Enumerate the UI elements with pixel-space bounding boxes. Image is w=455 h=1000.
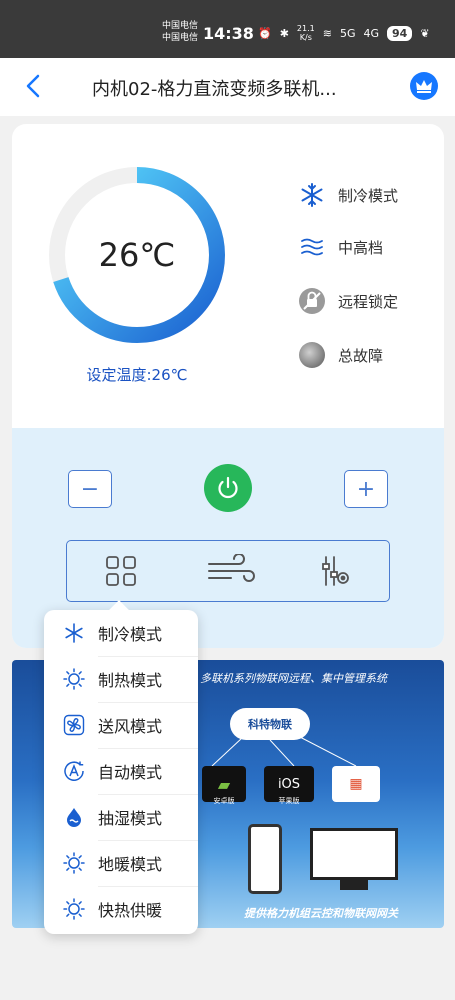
auto-mode-icon: [62, 759, 86, 783]
ios-text: iOS: [277, 776, 301, 792]
mode-option-quick-heat[interactable]: 快热供暖: [44, 886, 198, 932]
wind-speed-icon: [298, 233, 326, 261]
mode-option-cool[interactable]: 制冷模式: [44, 610, 198, 656]
status-fan-speed: 中高档: [298, 232, 383, 262]
status-fault: 总故障: [298, 340, 383, 370]
app-header: 内机02-格力直流变频多联机...: [0, 58, 455, 116]
power-button[interactable]: [204, 464, 252, 512]
mode-option-auto[interactable]: 自动模式: [44, 748, 198, 794]
temp-increase-button[interactable]: +: [344, 470, 388, 508]
mode-select-button[interactable]: [99, 551, 143, 591]
mode-option-heat[interactable]: 制热模式: [44, 656, 198, 702]
fault-indicator-icon: [298, 341, 326, 369]
sun-icon: [62, 667, 86, 691]
quick-heat-icon: [62, 897, 86, 921]
temp-decrease-button[interactable]: −: [68, 470, 112, 508]
grid-menu-icon: [106, 556, 136, 586]
mode-option-label: 地暖模式: [98, 855, 163, 874]
battery-indicator: 94: [387, 25, 413, 41]
fan-icon: [62, 713, 86, 737]
power-icon: [218, 476, 238, 499]
net-speed-unit: K/s: [299, 33, 312, 42]
snowflake-icon: [298, 181, 326, 209]
current-temperature: 26℃: [98, 236, 176, 274]
wind-icon: [208, 554, 255, 582]
net-speed: 21.1 K/s: [297, 24, 315, 42]
status-mode: 制冷模式: [298, 180, 398, 210]
sliders-icon: [322, 556, 349, 586]
mode-option-label: 制冷模式: [98, 625, 163, 644]
ios-label: 苹果版: [278, 797, 300, 805]
alarm-icon: ⏰: [258, 26, 272, 40]
mode-popup-menu: 制冷模式 制热模式 送风模式 自动模式 抽湿模式 地暖模式 快热供暖: [44, 600, 198, 934]
bluetooth-icon: ✱: [279, 26, 289, 40]
status-remote-lock-label: 远程锁定: [338, 292, 399, 311]
clock: 14:38: [203, 24, 254, 43]
chevron-left-icon: [26, 74, 40, 98]
carrier-1: 中国电信: [162, 21, 199, 31]
windows-icon: ▦: [349, 776, 363, 792]
status-mode-label: 制冷模式: [338, 186, 399, 205]
page-title: 内机02-格力直流变频多联机...: [92, 79, 337, 100]
lock-off-icon: [298, 287, 326, 315]
mode-option-label: 送风模式: [98, 717, 163, 736]
monitor-illustration: [310, 828, 398, 880]
banner-bottom-text: 提供格力机组云控和物联网网关: [244, 907, 398, 920]
status-bar: 中国电信 中国电信 14:38 ⏰ ✱ 21.1 K/s ≋ 5G 4G 94 …: [0, 0, 455, 58]
carrier-info: 中国电信 中国电信: [162, 20, 198, 44]
settings-button[interactable]: [313, 551, 357, 591]
device-control-card: 26℃ 设定温度:26℃ 制冷模式 中高档 远程锁定 总故障 − +: [12, 124, 444, 648]
mode-option-label: 快热供暖: [98, 901, 163, 920]
back-button[interactable]: [22, 72, 46, 100]
setpoint-temperature: 设定温度:26℃: [86, 366, 188, 384]
wifi-icon: ≋: [322, 26, 332, 40]
mode-option-dry[interactable]: 抽湿模式: [44, 794, 198, 840]
status-fault-label: 总故障: [338, 346, 384, 365]
mode-option-label: 抽湿模式: [98, 809, 163, 828]
mode-option-label: 制热模式: [98, 671, 163, 690]
signal-4g: 4G: [363, 26, 380, 40]
net-speed-value: 21.1: [296, 24, 315, 33]
android-label: 安卓版: [213, 797, 235, 805]
fan-speed-button[interactable]: [205, 551, 261, 591]
crown-icon: [416, 80, 432, 93]
floor-heat-icon: [62, 851, 86, 875]
windows-label: Windows: [340, 796, 372, 804]
vip-button[interactable]: [410, 72, 438, 100]
monitor-stand: [340, 880, 368, 890]
status-icons: ⏰ ✱ 21.1 K/s ≋ 5G 4G 94 ❦: [258, 24, 430, 42]
android-icon: ▰: [217, 774, 231, 794]
carrier-2: 中国电信: [162, 33, 199, 43]
phone-illustration: [248, 824, 282, 894]
mode-option-fan[interactable]: 送风模式: [44, 702, 198, 748]
water-drop-icon: [62, 805, 86, 829]
mode-option-label: 自动模式: [98, 763, 163, 782]
snowflake-icon: [62, 621, 86, 645]
mode-option-floor-heat[interactable]: 地暖模式: [44, 840, 198, 886]
status-remote-lock: 远程锁定: [298, 286, 398, 316]
function-bar: [66, 540, 390, 602]
signal-5g: 5G: [339, 26, 356, 40]
leaf-icon: ❦: [420, 26, 430, 40]
status-fan-speed-label: 中高档: [338, 238, 384, 257]
